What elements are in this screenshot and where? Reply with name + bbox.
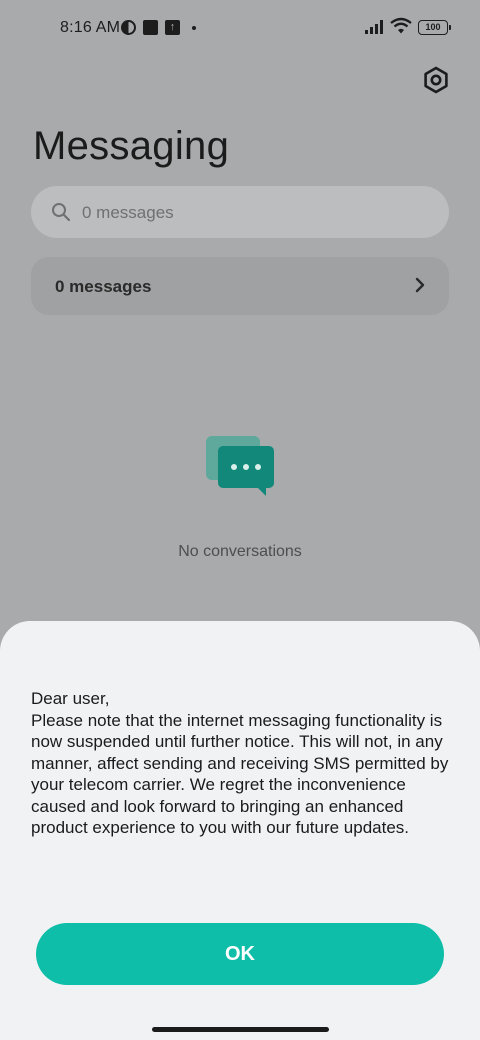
- page-title: Messaging: [33, 124, 230, 168]
- chevron-right-icon: [415, 277, 425, 293]
- search-icon: [52, 203, 71, 222]
- gear-icon[interactable]: [420, 64, 452, 96]
- ok-button[interactable]: OK: [36, 923, 444, 985]
- search-placeholder: 0 messages: [82, 203, 174, 222]
- notice-text: Dear user, Please note that the internet…: [31, 688, 461, 839]
- wifi-icon: [390, 17, 412, 34]
- battery-icon: 100: [418, 20, 451, 35]
- status-bar: 8:16 AM ↑ 100: [0, 0, 480, 56]
- dot-icon: [192, 26, 196, 30]
- empty-state-text: No conversations: [178, 543, 302, 560]
- half-circle-icon: [121, 20, 136, 35]
- notice-dialog: Dear user, Please note that the internet…: [0, 621, 480, 1040]
- signal-icon: [365, 20, 383, 34]
- messages-row[interactable]: 0 messages: [31, 257, 449, 315]
- chat-bubbles-icon: [206, 436, 274, 496]
- search-input[interactable]: 0 messages: [31, 186, 449, 238]
- notice-greeting: Dear user,: [31, 689, 110, 708]
- messages-row-label: 0 messages: [55, 277, 152, 296]
- upload-icon: ↑: [165, 20, 180, 35]
- square-icon: [143, 20, 158, 35]
- notice-body: Please note that the internet messaging …: [31, 710, 449, 838]
- home-indicator[interactable]: [152, 1027, 329, 1032]
- status-time: 8:16 AM: [60, 19, 121, 36]
